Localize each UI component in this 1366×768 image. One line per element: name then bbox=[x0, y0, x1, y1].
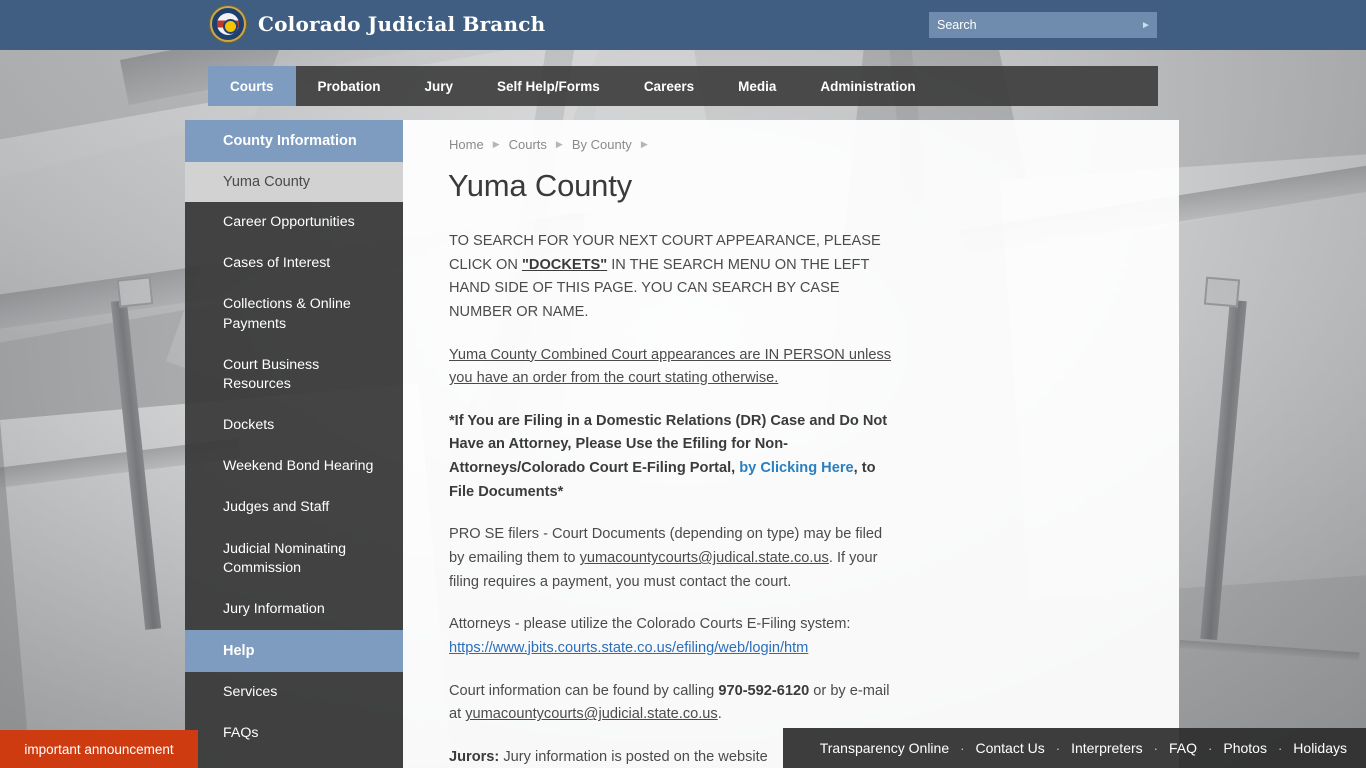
paragraph-in-person: Yuma County Combined Court appearances a… bbox=[449, 344, 894, 391]
nav-item-label: Courts bbox=[230, 78, 274, 94]
sidebar-item-dockets[interactable]: Dockets bbox=[185, 405, 403, 446]
paragraph-dockets: TO SEARCH FOR YOUR NEXT COURT APPEARANCE… bbox=[449, 230, 894, 325]
nav-item-self-help-forms[interactable]: Self Help/Forms bbox=[475, 66, 622, 106]
search-input[interactable] bbox=[929, 12, 1135, 38]
pro-se-email-link[interactable]: yumacountycourts@judical.state.co.us bbox=[580, 550, 829, 566]
nav-item-label: Jury bbox=[424, 78, 454, 94]
nav-item-careers[interactable]: Careers bbox=[622, 66, 716, 106]
primary-nav: Courts Probation Jury Self Help/Forms Career… bbox=[208, 66, 1158, 106]
nav-item-label: Probation bbox=[317, 78, 381, 94]
important-announcement-banner[interactable]: important announcement bbox=[0, 730, 198, 768]
breadcrumb: Home ▶ Courts ▶ By County ▶ bbox=[449, 137, 648, 152]
p2-text: Yuma County Combined Court appearances a… bbox=[449, 346, 892, 387]
paragraph-pro-se: PRO SE filers - Court Documents (dependi… bbox=[449, 523, 894, 594]
jurors-label: Jurors: bbox=[449, 748, 500, 765]
footer-link-holidays[interactable]: Holidays bbox=[1282, 740, 1358, 756]
footer-link-interpreters[interactable]: Interpreters bbox=[1060, 740, 1154, 756]
sidebar-item-yuma-county[interactable]: Yuma County bbox=[185, 162, 403, 202]
nav-item-label: Administration bbox=[820, 78, 916, 94]
jbits-efiling-link[interactable]: https://www.jbits.courts.state.co.us/efi… bbox=[449, 640, 808, 656]
chevron-right-icon: ▶ bbox=[640, 139, 648, 149]
search-box[interactable]: ► bbox=[929, 12, 1157, 38]
nav-item-label: Careers bbox=[643, 78, 695, 94]
breadcrumb-item-courts[interactable]: Courts bbox=[509, 137, 547, 152]
sidebar-item-faqs[interactable]: FAQs bbox=[185, 713, 403, 754]
p7-text-a: Jury information is posted on the websit… bbox=[499, 748, 768, 765]
sidebar-item-career-opportunities[interactable]: Career Opportunities bbox=[185, 202, 403, 243]
nav-item-label: Self Help/Forms bbox=[497, 78, 600, 94]
court-email-link[interactable]: yumacountycourts@judicial.state.co.us bbox=[465, 706, 717, 722]
site-title: Colorado Judicial Branch bbox=[258, 12, 546, 36]
sidebar-section-county-information[interactable]: County Information bbox=[185, 120, 403, 162]
right-arrow-icon[interactable]: ► bbox=[1135, 12, 1157, 38]
page-title: Yuma County bbox=[448, 168, 632, 203]
sidebar-item-collections-online-payments[interactable]: Collections & Online Payments bbox=[185, 284, 403, 344]
nav-item-administration[interactable]: Administration bbox=[798, 66, 937, 106]
footer-link-photos[interactable]: Photos bbox=[1212, 740, 1278, 756]
p6-text-a: Court information can be found by callin… bbox=[449, 682, 719, 699]
sidebar-item-services[interactable]: Services bbox=[185, 672, 403, 713]
article-body: TO SEARCH FOR YOUR NEXT COURT APPEARANCE… bbox=[449, 230, 894, 768]
sidebar-item-judges-and-staff[interactable]: Judges and Staff bbox=[185, 487, 403, 528]
chevron-right-icon: ▶ bbox=[555, 139, 563, 149]
breadcrumb-item-by-county[interactable]: By County bbox=[572, 137, 632, 152]
sidebar-item-court-business-resources[interactable]: Court Business Resources bbox=[185, 345, 403, 405]
paragraph-court-info: Court information can be found by callin… bbox=[449, 680, 894, 727]
nav-item-label: Media bbox=[738, 78, 777, 94]
footer-link-transparency-online[interactable]: Transparency Online bbox=[809, 740, 960, 756]
sidebar-item-cases-of-interest[interactable]: Cases of Interest bbox=[185, 243, 403, 284]
sidebar-section-help[interactable]: Help bbox=[185, 630, 403, 673]
breadcrumb-item-home[interactable]: Home bbox=[449, 137, 484, 152]
sidebar-item-judicial-nominating-commission[interactable]: Judicial Nominating Commission bbox=[185, 529, 403, 589]
nav-item-media[interactable]: Media bbox=[716, 66, 798, 106]
nav-item-probation[interactable]: Probation bbox=[296, 66, 403, 106]
nav-item-courts[interactable]: Courts bbox=[208, 66, 296, 106]
site-header: Colorado Judicial Branch ► bbox=[0, 0, 1366, 50]
paragraph-attorneys: Attorneys - please utilize the Colorado … bbox=[449, 613, 894, 660]
dockets-link[interactable]: "DOCKETS" bbox=[522, 257, 607, 273]
chevron-right-icon: ▶ bbox=[492, 139, 500, 149]
content-panel: Home ▶ Courts ▶ By County ▶ Yuma County TO SE… bbox=[403, 120, 1179, 768]
left-sidebar: County Information Yuma County Career Oppo… bbox=[185, 120, 403, 768]
brand[interactable]: Colorado Judicial Branch bbox=[210, 6, 545, 42]
colorado-courts-seal-icon bbox=[210, 6, 246, 42]
nav-item-jury[interactable]: Jury bbox=[403, 66, 476, 106]
footer-link-contact-us[interactable]: Contact Us bbox=[964, 740, 1055, 756]
sidebar-item-weekend-bond-hearing[interactable]: Weekend Bond Hearing bbox=[185, 446, 403, 487]
court-phone-number: 970-592-6120 bbox=[718, 682, 810, 699]
sidebar-item-jury-information[interactable]: Jury Information bbox=[185, 589, 403, 630]
footer-links-bar: Transparency Online · Contact Us · Interpret… bbox=[783, 728, 1366, 768]
footer-link-faq[interactable]: FAQ bbox=[1158, 740, 1208, 756]
p6-text-c: . bbox=[717, 706, 722, 723]
paragraph-dr-efiling: *If You are Filing in a Domestic Relatio… bbox=[449, 410, 894, 505]
p5-text-a: Attorneys - please utilize the Colorado … bbox=[449, 616, 851, 633]
clicking-here-link[interactable]: by Clicking Here bbox=[739, 460, 853, 476]
